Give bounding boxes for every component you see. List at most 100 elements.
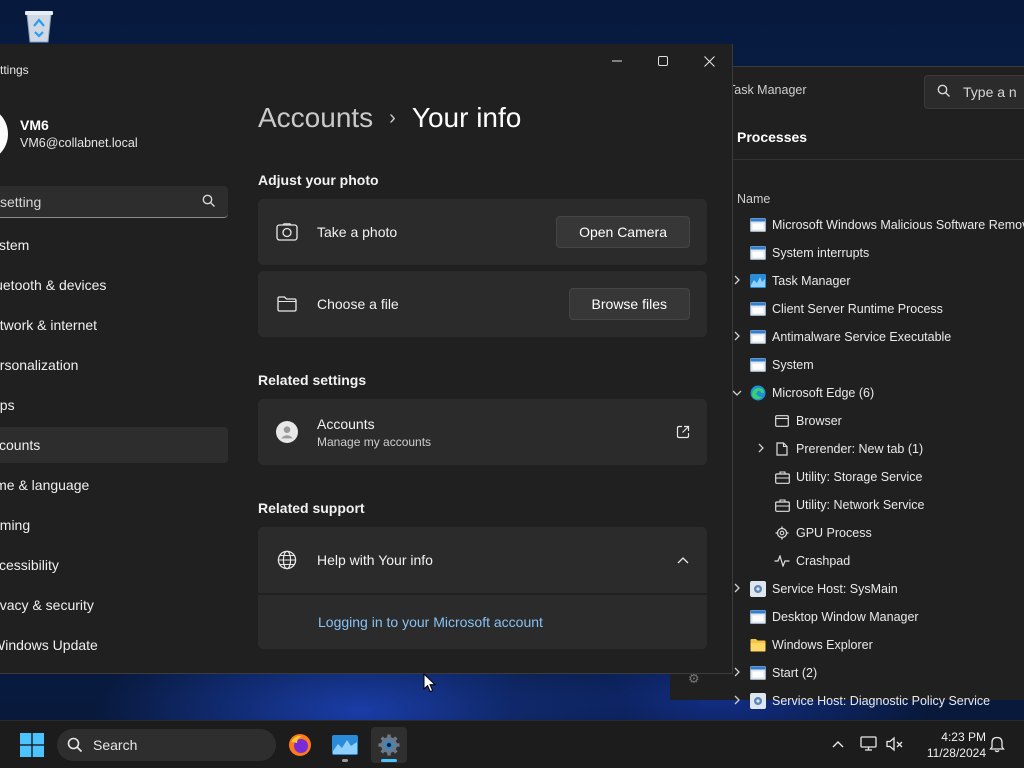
- table-row[interactable]: Client Server Runtime Process: [728, 295, 1024, 323]
- camera-icon: [276, 221, 298, 243]
- sidebar-item-label: ccessibility: [0, 557, 59, 573]
- chevron-right-icon[interactable]: [730, 695, 744, 708]
- breadcrumb-parent[interactable]: Accounts: [258, 102, 373, 134]
- process-name: Task Manager: [772, 274, 851, 288]
- sidebar-item-label: luetooth & devices: [0, 277, 107, 293]
- process-name: Windows Explorer: [772, 638, 873, 652]
- sidebar-item-7[interactable]: aming: [0, 507, 228, 543]
- process-name: Desktop Window Manager: [772, 610, 919, 624]
- volume-muted-icon[interactable]: [884, 733, 906, 755]
- maximize-button[interactable]: [640, 44, 686, 78]
- sidebar-item-5[interactable]: ccounts: [0, 427, 228, 463]
- minimize-button[interactable]: [594, 44, 640, 78]
- open-camera-button[interactable]: Open Camera: [556, 216, 690, 248]
- sidebar-item-4[interactable]: pps: [0, 387, 228, 423]
- help-link[interactable]: Logging in to your Microsoft account: [318, 614, 543, 630]
- taskbar: Search 4:23 PM 11/28/2024: [0, 720, 1024, 768]
- sidebar-item-0[interactable]: ystem: [0, 227, 228, 263]
- window-controls: [594, 44, 732, 78]
- chevron-up-icon[interactable]: [827, 733, 849, 755]
- table-row[interactable]: System interrupts: [728, 239, 1024, 267]
- sidebar-item-1[interactable]: luetooth & devices: [0, 267, 228, 303]
- sidebar-item-label: ccounts: [0, 437, 41, 453]
- clock[interactable]: 4:23 PM 11/28/2024: [916, 729, 986, 761]
- avatar[interactable]: [0, 106, 8, 162]
- sidebar-item-8[interactable]: ccessibility: [0, 547, 228, 583]
- open-external-icon: [675, 424, 691, 440]
- start-button[interactable]: [20, 733, 44, 757]
- task-manager-search-placeholder: Type a n: [963, 84, 1017, 100]
- table-row[interactable]: Prerender: New tab (1): [728, 435, 1024, 463]
- sidebar-item-label: ime & language: [0, 477, 90, 493]
- adjust-photo-heading: Adjust your photo: [258, 172, 379, 188]
- sidebar-item-label: etwork & internet: [0, 317, 98, 333]
- sidebar-item-3[interactable]: ersonalization: [0, 347, 228, 383]
- sidebar-item-label: ersonalization: [0, 357, 79, 373]
- table-row[interactable]: Start (2): [728, 659, 1024, 687]
- settings-search-placeholder: setting: [0, 193, 42, 210]
- process-name: Utility: Network Service: [796, 498, 925, 512]
- settings-taskbar-button[interactable]: [371, 727, 407, 763]
- process-name: Client Server Runtime Process: [772, 302, 943, 316]
- search-icon: [937, 84, 951, 101]
- table-row[interactable]: GPU Process: [728, 519, 1024, 547]
- close-button[interactable]: [686, 44, 732, 78]
- chevron-right-icon[interactable]: [754, 443, 768, 456]
- sidebar-item-9[interactable]: rivacy & security: [0, 587, 228, 623]
- service-gear-icon: [750, 581, 766, 597]
- processes-heading: Processes: [737, 129, 808, 145]
- sidebar-item-6[interactable]: ime & language: [0, 467, 228, 503]
- process-name: Browser: [796, 414, 842, 428]
- active-indicator: [381, 759, 397, 762]
- table-row[interactable]: Windows Explorer: [728, 631, 1024, 659]
- task-manager-search-input[interactable]: Type a n: [924, 75, 1024, 109]
- table-row[interactable]: Utility: Storage Service: [728, 463, 1024, 491]
- settings-search-input[interactable]: setting: [0, 186, 228, 218]
- notifications-bell-icon[interactable]: [986, 733, 1008, 755]
- accounts-link-card[interactable]: Accounts Manage my accounts: [258, 399, 707, 465]
- table-row[interactable]: Service Host: Diagnostic Policy Service: [728, 687, 1024, 715]
- task-manager-taskbar-button[interactable]: [327, 727, 363, 763]
- table-row[interactable]: Utility: Network Service: [728, 491, 1024, 519]
- search-icon: [202, 194, 216, 211]
- window-app-icon: [750, 245, 766, 261]
- browse-files-button[interactable]: Browse files: [568, 288, 690, 320]
- breadcrumb: Accounts › Your info: [258, 102, 521, 134]
- chevron-up-icon[interactable]: [675, 552, 691, 568]
- table-row[interactable]: Microsoft Windows Malicious Software Rem…: [728, 211, 1024, 239]
- column-header-name[interactable]: Name: [737, 192, 770, 206]
- table-row[interactable]: Microsoft Edge (6): [728, 379, 1024, 407]
- sidebar-item-label: aming: [0, 517, 31, 533]
- pulse-icon: [774, 553, 790, 569]
- taskbar-search[interactable]: Search: [57, 729, 276, 761]
- settings-window[interactable]: ttings VM6 VM6@collabnet.local setting y…: [0, 44, 733, 674]
- table-row[interactable]: Browser: [728, 407, 1024, 435]
- table-row[interactable]: Service Host: SysMain: [728, 575, 1024, 603]
- mouse-cursor-icon: [423, 672, 437, 698]
- window-app-icon: [750, 217, 766, 233]
- browser-window-icon: [774, 413, 790, 429]
- table-row[interactable]: Task Manager: [728, 267, 1024, 295]
- task-manager-icon: [750, 273, 766, 289]
- table-row[interactable]: Desktop Window Manager: [728, 603, 1024, 631]
- sidebar-item-2[interactable]: etwork & internet: [0, 307, 228, 343]
- process-list: Microsoft Windows Malicious Software Rem…: [728, 211, 1024, 715]
- process-name: Utility: Storage Service: [796, 470, 923, 484]
- sidebar-item-10[interactable]: Windows Update: [0, 627, 228, 663]
- help-expander[interactable]: Help with Your info: [258, 527, 707, 593]
- process-name: GPU Process: [796, 526, 872, 540]
- edge-icon: [750, 385, 766, 401]
- gear-icon: [774, 525, 790, 541]
- running-indicator: [342, 759, 348, 762]
- breadcrumb-separator: ›: [389, 106, 396, 129]
- process-name: Service Host: SysMain: [772, 582, 898, 596]
- recycle-bin-icon[interactable]: [20, 8, 58, 44]
- firefox-taskbar-button[interactable]: [282, 727, 318, 763]
- table-row[interactable]: Antimalware Service Executable: [728, 323, 1024, 351]
- choose-file-card: Choose a file Browse files: [258, 271, 707, 337]
- network-icon[interactable]: [858, 733, 880, 755]
- table-row[interactable]: System: [728, 351, 1024, 379]
- sidebar-item-label: pps: [0, 397, 15, 413]
- close-icon: [703, 55, 715, 67]
- table-row[interactable]: Crashpad: [728, 547, 1024, 575]
